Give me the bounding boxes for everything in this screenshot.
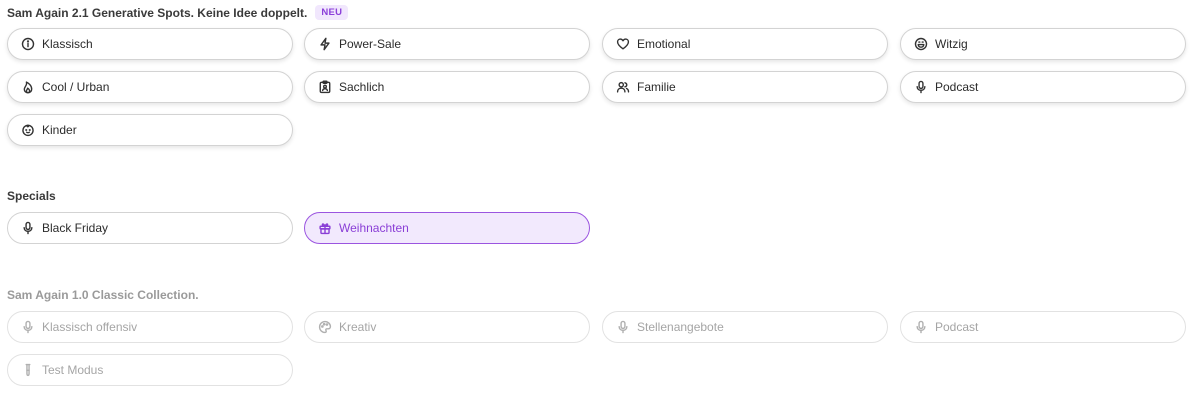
option-test-modus[interactable]: Test Modus xyxy=(7,354,293,386)
specials-section-title: Specials xyxy=(7,189,56,203)
option-podcast[interactable]: Podcast xyxy=(900,71,1186,103)
option-label: Power-Sale xyxy=(339,37,402,51)
option-witzig[interactable]: Witzig xyxy=(900,28,1186,60)
classic-section-title: Sam Again 1.0 Classic Collection. xyxy=(7,288,199,302)
clipboard-user-icon xyxy=(318,80,332,94)
option-stellenangebote[interactable]: Stellenangebote xyxy=(602,311,888,343)
test-tube-icon xyxy=(21,363,35,377)
users-icon xyxy=(616,80,630,94)
option-label: Kreativ xyxy=(339,320,377,334)
flame-icon xyxy=(21,80,35,94)
option-kreativ[interactable]: Kreativ xyxy=(304,311,590,343)
microphone-icon xyxy=(21,221,35,235)
option-sachlich[interactable]: Sachlich xyxy=(304,71,590,103)
option-label: Witzig xyxy=(935,37,968,51)
gift-icon xyxy=(318,221,332,235)
option-label: Test Modus xyxy=(42,363,104,377)
option-klassisch[interactable]: Klassisch xyxy=(7,28,293,60)
option-kinder[interactable]: Kinder xyxy=(7,114,293,146)
option-power-sale[interactable]: Power-Sale xyxy=(304,28,590,60)
microphone-icon xyxy=(21,320,35,334)
option-black-friday[interactable]: Black Friday xyxy=(7,212,293,244)
option-label: Sachlich xyxy=(339,80,385,94)
info-icon xyxy=(21,37,35,51)
option-label: Weihnachten xyxy=(339,221,409,235)
generative-section-title: Sam Again 2.1 Generative Spots. Keine Id… xyxy=(7,5,349,20)
option-klassisch-offensiv[interactable]: Klassisch offensiv xyxy=(7,311,293,343)
option-label: Podcast xyxy=(935,80,979,94)
generative-title: Sam Again 2.1 Generative Spots. Keine Id… xyxy=(7,5,308,20)
heart-icon xyxy=(616,37,630,51)
option-emotional[interactable]: Emotional xyxy=(602,28,888,60)
option-weihnachten[interactable]: Weihnachten xyxy=(304,212,590,244)
option-label: Podcast xyxy=(935,320,979,334)
laugh-icon xyxy=(914,37,928,51)
microphone-icon xyxy=(914,80,928,94)
option-label: Black Friday xyxy=(42,221,109,235)
option-label: Klassisch xyxy=(42,37,93,51)
microphone-icon xyxy=(616,320,630,334)
option-podcast-classic[interactable]: Podcast xyxy=(900,311,1186,343)
option-label: Stellenangebote xyxy=(637,320,724,334)
lightning-icon xyxy=(318,37,332,51)
specials-title: Specials xyxy=(7,189,56,203)
option-label: Klassisch offensiv xyxy=(42,320,138,334)
option-label: Familie xyxy=(637,80,676,94)
option-label: Emotional xyxy=(637,37,691,51)
new-badge: NEU xyxy=(315,5,349,20)
option-cool-urban[interactable]: Cool / Urban xyxy=(7,71,293,103)
option-familie[interactable]: Familie xyxy=(602,71,888,103)
option-label: Cool / Urban xyxy=(42,80,110,94)
option-label: Kinder xyxy=(42,123,77,137)
classic-title: Sam Again 1.0 Classic Collection. xyxy=(7,288,199,302)
baby-face-icon xyxy=(21,123,35,137)
microphone-icon xyxy=(914,320,928,334)
palette-icon xyxy=(318,320,332,334)
